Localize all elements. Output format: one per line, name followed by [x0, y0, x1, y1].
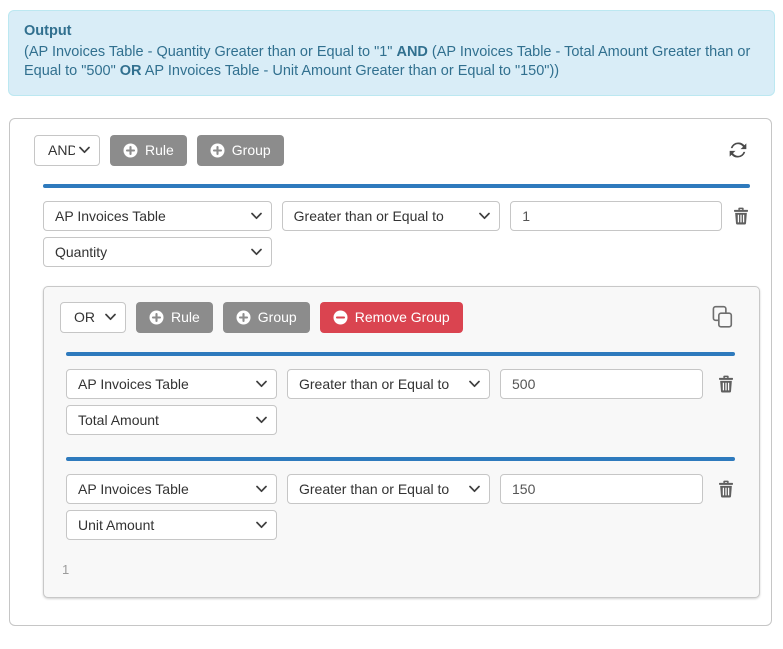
rule-row: AP Invoices Table Greater than or Equal … — [66, 369, 735, 399]
copy-group-button[interactable] — [707, 302, 735, 332]
table-select-wrap: AP Invoices Table — [43, 201, 272, 231]
plus-circle-icon — [123, 143, 138, 158]
field-select[interactable]: Quantity — [43, 237, 272, 267]
rule-unit-amount: AP Invoices Table Greater than or Equal … — [66, 457, 735, 540]
delete-rule-button[interactable] — [717, 375, 735, 393]
copy-icon — [709, 304, 733, 330]
rule-total-amount: AP Invoices Table Greater than or Equal … — [66, 352, 735, 435]
root-condition-select-wrap: AND — [34, 135, 100, 166]
minus-circle-icon — [333, 310, 348, 325]
rule-divider — [66, 457, 735, 461]
plus-circle-icon — [236, 310, 251, 325]
query-builder: AND Rule Group AP Invoices Table — [9, 118, 772, 626]
rule-divider — [66, 352, 735, 356]
add-rule-button[interactable]: Rule — [136, 302, 213, 333]
rule-row: AP Invoices Table Greater than or Equal … — [43, 201, 750, 231]
group-condition-select[interactable]: OR — [60, 302, 126, 333]
root-condition-select[interactable]: AND — [34, 135, 100, 166]
trash-icon — [733, 207, 749, 225]
nested-rules-list: AP Invoices Table Greater than or Equal … — [66, 352, 735, 540]
output-expression: (AP Invoices Table - Quantity Greater th… — [24, 43, 759, 82]
group-index: 1 — [62, 562, 735, 577]
root-rules-list: AP Invoices Table Greater than or Equal … — [43, 184, 750, 598]
trash-icon — [718, 480, 734, 498]
table-select[interactable]: AP Invoices Table — [43, 201, 272, 231]
field-select[interactable]: Unit Amount — [66, 510, 277, 540]
add-group-label: Group — [258, 309, 297, 325]
operator-select-wrap: Greater than or Equal to — [287, 369, 490, 399]
table-select-wrap: AP Invoices Table — [66, 474, 277, 504]
group-condition-select-wrap: OR — [60, 302, 126, 333]
field-select[interactable]: Total Amount — [66, 405, 277, 435]
table-select-wrap: AP Invoices Table — [66, 369, 277, 399]
operator-select[interactable]: Greater than or Equal to — [287, 369, 490, 399]
field-select-wrap: Total Amount — [66, 405, 277, 435]
root-group-header: AND Rule Group — [34, 135, 750, 166]
rule-row: Total Amount — [66, 405, 735, 435]
operator-select[interactable]: Greater than or Equal to — [287, 474, 490, 504]
nested-group-header: OR Rule Group Remove Group — [60, 302, 735, 333]
refresh-icon — [728, 140, 748, 160]
remove-group-label: Remove Group — [355, 309, 450, 325]
nested-group: OR Rule Group Remove Group — [43, 286, 760, 598]
table-select[interactable]: AP Invoices Table — [66, 369, 277, 399]
plus-circle-icon — [149, 310, 164, 325]
rule-row: Quantity — [43, 237, 750, 267]
rule-row: AP Invoices Table Greater than or Equal … — [66, 474, 735, 504]
output-panel: Output (AP Invoices Table - Quantity Gre… — [8, 10, 775, 96]
trash-icon — [718, 375, 734, 393]
rule-quantity: AP Invoices Table Greater than or Equal … — [43, 184, 750, 267]
value-input[interactable] — [510, 201, 722, 231]
add-group-button[interactable]: Group — [197, 135, 284, 166]
refresh-button[interactable] — [726, 138, 750, 162]
rule-divider — [43, 184, 750, 188]
add-rule-button[interactable]: Rule — [110, 135, 187, 166]
operator-select-wrap: Greater than or Equal to — [282, 201, 501, 231]
add-group-button[interactable]: Group — [223, 302, 310, 333]
rule-row: Unit Amount — [66, 510, 735, 540]
delete-rule-button[interactable] — [717, 480, 735, 498]
remove-group-button[interactable]: Remove Group — [320, 302, 463, 333]
delete-rule-button[interactable] — [732, 207, 750, 225]
value-input[interactable] — [500, 369, 703, 399]
operator-select[interactable]: Greater than or Equal to — [282, 201, 501, 231]
add-rule-label: Rule — [171, 309, 200, 325]
table-select[interactable]: AP Invoices Table — [66, 474, 277, 504]
output-title: Output — [24, 22, 759, 42]
plus-circle-icon — [210, 143, 225, 158]
field-select-wrap: Quantity — [43, 237, 272, 267]
add-group-label: Group — [232, 142, 271, 158]
operator-select-wrap: Greater than or Equal to — [287, 474, 490, 504]
field-select-wrap: Unit Amount — [66, 510, 277, 540]
add-rule-label: Rule — [145, 142, 174, 158]
value-input[interactable] — [500, 474, 703, 504]
